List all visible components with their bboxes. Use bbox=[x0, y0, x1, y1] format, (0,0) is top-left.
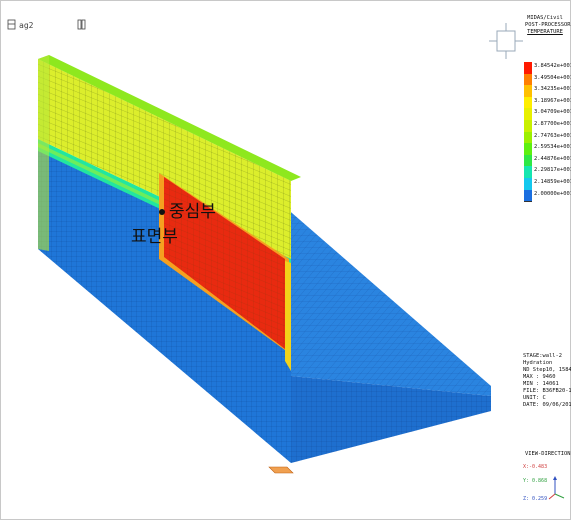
module-name: POST-PROCESSOR bbox=[525, 22, 571, 28]
post-processor-window: ag2 중심부 표면부 MIDAS/Civil POST-PROCESSOR T… bbox=[0, 0, 571, 520]
legend-swatch bbox=[524, 189, 532, 203]
view-cube-icon[interactable] bbox=[489, 23, 523, 59]
legend-row: 3.84542e+001 bbox=[524, 62, 571, 75]
legend-row: 2.00000e+001 bbox=[524, 189, 571, 203]
legend-value: 2.87700e+001 bbox=[534, 120, 571, 127]
view-y: Y: 0.868 bbox=[523, 478, 548, 484]
step-text: ND Step10, 1584.+ bbox=[523, 367, 571, 373]
file-text: FILE: B36FB20-1 bbox=[523, 388, 571, 394]
legend-value: 2.59534e+001 bbox=[534, 144, 571, 151]
result-panel: MIDAS/Civil POST-PROCESSOR TEMPERATURE 3… bbox=[521, 9, 571, 519]
core-right-edge bbox=[285, 261, 291, 371]
legend-row: 3.34235e+001 bbox=[524, 85, 571, 98]
view-z: Z: 0.259 bbox=[523, 496, 548, 502]
result-type: TEMPERATURE bbox=[527, 29, 563, 35]
legend-row: 2.59534e+001 bbox=[524, 143, 571, 156]
panel-header: MIDAS/Civil POST-PROCESSOR TEMPERATURE bbox=[525, 15, 571, 36]
legend-value: 3.18967e+001 bbox=[534, 97, 571, 104]
legend-value: 3.84542e+001 bbox=[534, 63, 571, 69]
support-marker bbox=[268, 466, 294, 474]
legend-row: 2.29817e+001 bbox=[524, 166, 571, 179]
view-direction: VIEW-DIRECTION X:-0.483 Y: 0.868 Z: 0.25… bbox=[521, 450, 571, 512]
wall-side-face bbox=[38, 55, 49, 251]
min-text: MIN : 14061 bbox=[523, 381, 559, 387]
legend-row: 2.44876e+001 bbox=[524, 154, 571, 168]
legend-value: 2.44876e+001 bbox=[534, 155, 571, 162]
legend-value: 2.29817e+001 bbox=[534, 167, 571, 174]
legend-row: 3.18967e+001 bbox=[524, 96, 571, 110]
annotation-center: 중심부 bbox=[169, 202, 216, 222]
analysis-info: STAGE:wall-2 Hydration ND Step10, 1584.+… bbox=[523, 353, 571, 409]
legend-row: 3.49504e+001 bbox=[524, 73, 571, 87]
unit-text: UNIT: C bbox=[523, 395, 546, 401]
view-axis-triad-icon bbox=[548, 476, 565, 500]
legend-value: 3.49504e+001 bbox=[534, 74, 571, 81]
stage-text: STAGE:wall-2 bbox=[523, 353, 562, 359]
date-text: DATE: 09/06/2013 bbox=[523, 402, 571, 408]
view-x: X:-0.483 bbox=[523, 464, 548, 470]
hydration-text: Hydration bbox=[523, 360, 553, 366]
legend-row: 2.14859e+001 bbox=[524, 177, 571, 191]
view-direction-title: VIEW-DIRECTION bbox=[525, 451, 571, 457]
legend-row: 2.74763e+001 bbox=[524, 131, 571, 145]
legend-row: 2.87700e+001 bbox=[524, 119, 571, 133]
legend-value: 2.74763e+001 bbox=[534, 132, 571, 139]
legend-row: 3.04709e+001 bbox=[524, 108, 571, 121]
legend-value: 2.00000e+001 bbox=[534, 190, 571, 197]
temperature-legend: 3.84542e+001 3.49504e+001 3.34235e+001 3.18… bbox=[524, 62, 571, 203]
max-text: MAX : 9460 bbox=[523, 374, 556, 380]
legend-value: 3.04709e+001 bbox=[534, 109, 571, 116]
center-marker bbox=[159, 209, 165, 215]
legend-value: 3.34235e+001 bbox=[534, 86, 571, 93]
legend-value: 2.14859e+001 bbox=[534, 178, 571, 185]
model-viewport[interactable]: 중심부 표면부 bbox=[1, 1, 521, 521]
product-name: MIDAS/Civil bbox=[527, 15, 563, 21]
annotation-surface: 표면부 bbox=[131, 227, 178, 247]
